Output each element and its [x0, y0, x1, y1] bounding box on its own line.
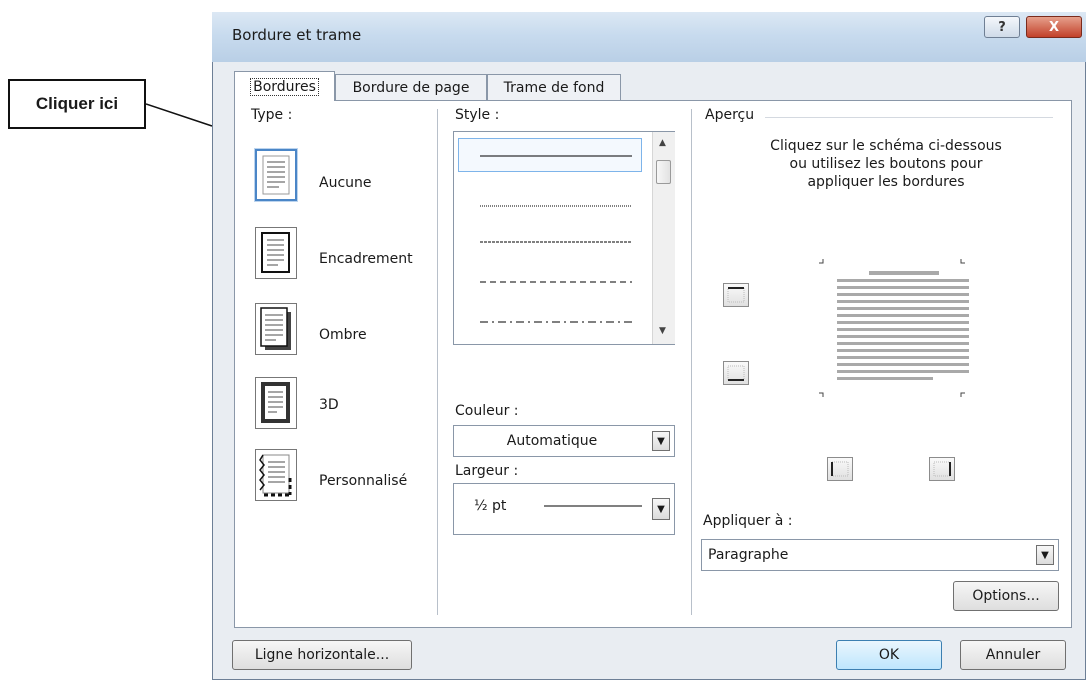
- type-aucune-label[interactable]: Aucune: [319, 175, 372, 191]
- color-select[interactable]: Automatique ▼: [453, 425, 675, 457]
- scroll-down-icon[interactable]: ▼: [659, 326, 666, 336]
- type-encadrement-label[interactable]: Encadrement: [319, 251, 413, 267]
- tab-bordure-de-page[interactable]: Bordure de page: [335, 74, 487, 100]
- tab-panel-bordures: Type : Aucune Encadrement Ombre 3D Perso…: [234, 100, 1072, 628]
- apply-to-value: Paragraphe: [708, 547, 789, 563]
- width-line-sample: [544, 505, 642, 507]
- tab-trame-de-fond[interactable]: Trame de fond: [487, 74, 621, 100]
- style-listbox[interactable]: ▲ ▼: [453, 131, 675, 345]
- preview-diagram[interactable]: [813, 253, 993, 409]
- border-right-button[interactable]: [929, 457, 955, 481]
- page-shadow-icon: [260, 307, 291, 350]
- width-label: Largeur :: [455, 463, 519, 479]
- color-value: Automatique: [506, 433, 598, 449]
- options-button[interactable]: Options...: [953, 581, 1059, 611]
- chevron-down-icon: ▼: [1041, 549, 1049, 561]
- page-none-icon: [262, 155, 290, 195]
- style-scrollbar[interactable]: ▲ ▼: [652, 132, 675, 344]
- border-left-button[interactable]: [827, 457, 853, 481]
- border-shading-dialog: Bordure et trame ? X Bordures Bordure de…: [212, 12, 1086, 680]
- chevron-down-icon: ▼: [657, 503, 665, 515]
- style-label: Style :: [455, 107, 500, 123]
- type-3d-label[interactable]: 3D: [319, 397, 339, 413]
- type-personnalise-label[interactable]: Personnalisé: [319, 473, 407, 489]
- type-3d-button[interactable]: [255, 377, 297, 429]
- type-label: Type :: [251, 107, 293, 123]
- type-ombre-button[interactable]: [255, 303, 297, 355]
- border-left-icon: [831, 461, 849, 477]
- page-custom-icon: [259, 454, 292, 497]
- color-label: Couleur :: [455, 403, 519, 419]
- help-button[interactable]: ?: [984, 16, 1020, 38]
- preview-label: Aperçu: [705, 107, 755, 123]
- callout-box: Cliquer ici: [8, 79, 146, 129]
- border-right-icon: [933, 461, 951, 477]
- border-bottom-icon: [727, 365, 745, 381]
- dialog-title: Bordure et trame: [232, 26, 362, 44]
- horizontal-line-button[interactable]: Ligne horizontale...: [232, 640, 412, 670]
- column-divider-2: [691, 109, 692, 615]
- border-bottom-button[interactable]: [723, 361, 749, 385]
- page-box-icon: [261, 232, 290, 273]
- apply-to-label: Appliquer à :: [703, 513, 793, 529]
- close-button[interactable]: X: [1026, 16, 1082, 38]
- preview-rule: [765, 117, 1053, 118]
- type-encadrement-button[interactable]: [255, 227, 297, 279]
- close-icon: X: [1048, 19, 1060, 35]
- type-personnalise-button[interactable]: [255, 449, 297, 501]
- tab-bordures[interactable]: Bordures: [234, 71, 335, 101]
- scroll-thumb[interactable]: [656, 160, 671, 184]
- type-aucune-button[interactable]: [255, 149, 297, 201]
- width-value: ½ pt: [474, 498, 507, 514]
- callout-label: Cliquer ici: [35, 94, 119, 113]
- border-top-icon: [727, 287, 745, 303]
- title-bar[interactable]: Bordure et trame ? X: [212, 12, 1086, 62]
- color-dropdown-button[interactable]: ▼: [652, 431, 670, 451]
- width-select[interactable]: ½ pt ▼: [453, 483, 675, 535]
- page-3d-icon: [261, 382, 290, 423]
- style-line-samples[interactable]: [454, 132, 650, 344]
- width-dropdown-button[interactable]: ▼: [652, 498, 670, 520]
- border-top-button[interactable]: [723, 283, 749, 307]
- type-ombre-label[interactable]: Ombre: [319, 327, 367, 343]
- chevron-down-icon: ▼: [657, 435, 665, 447]
- cancel-button[interactable]: Annuler: [960, 640, 1066, 670]
- apply-to-select[interactable]: Paragraphe ▼: [701, 539, 1059, 571]
- ok-button[interactable]: OK: [836, 640, 942, 670]
- apply-to-dropdown-button[interactable]: ▼: [1036, 545, 1054, 565]
- column-divider: [437, 109, 438, 615]
- preview-instructions: Cliquez sur le schéma ci-dessous ou util…: [770, 138, 1002, 190]
- scroll-up-icon[interactable]: ▲: [659, 138, 666, 148]
